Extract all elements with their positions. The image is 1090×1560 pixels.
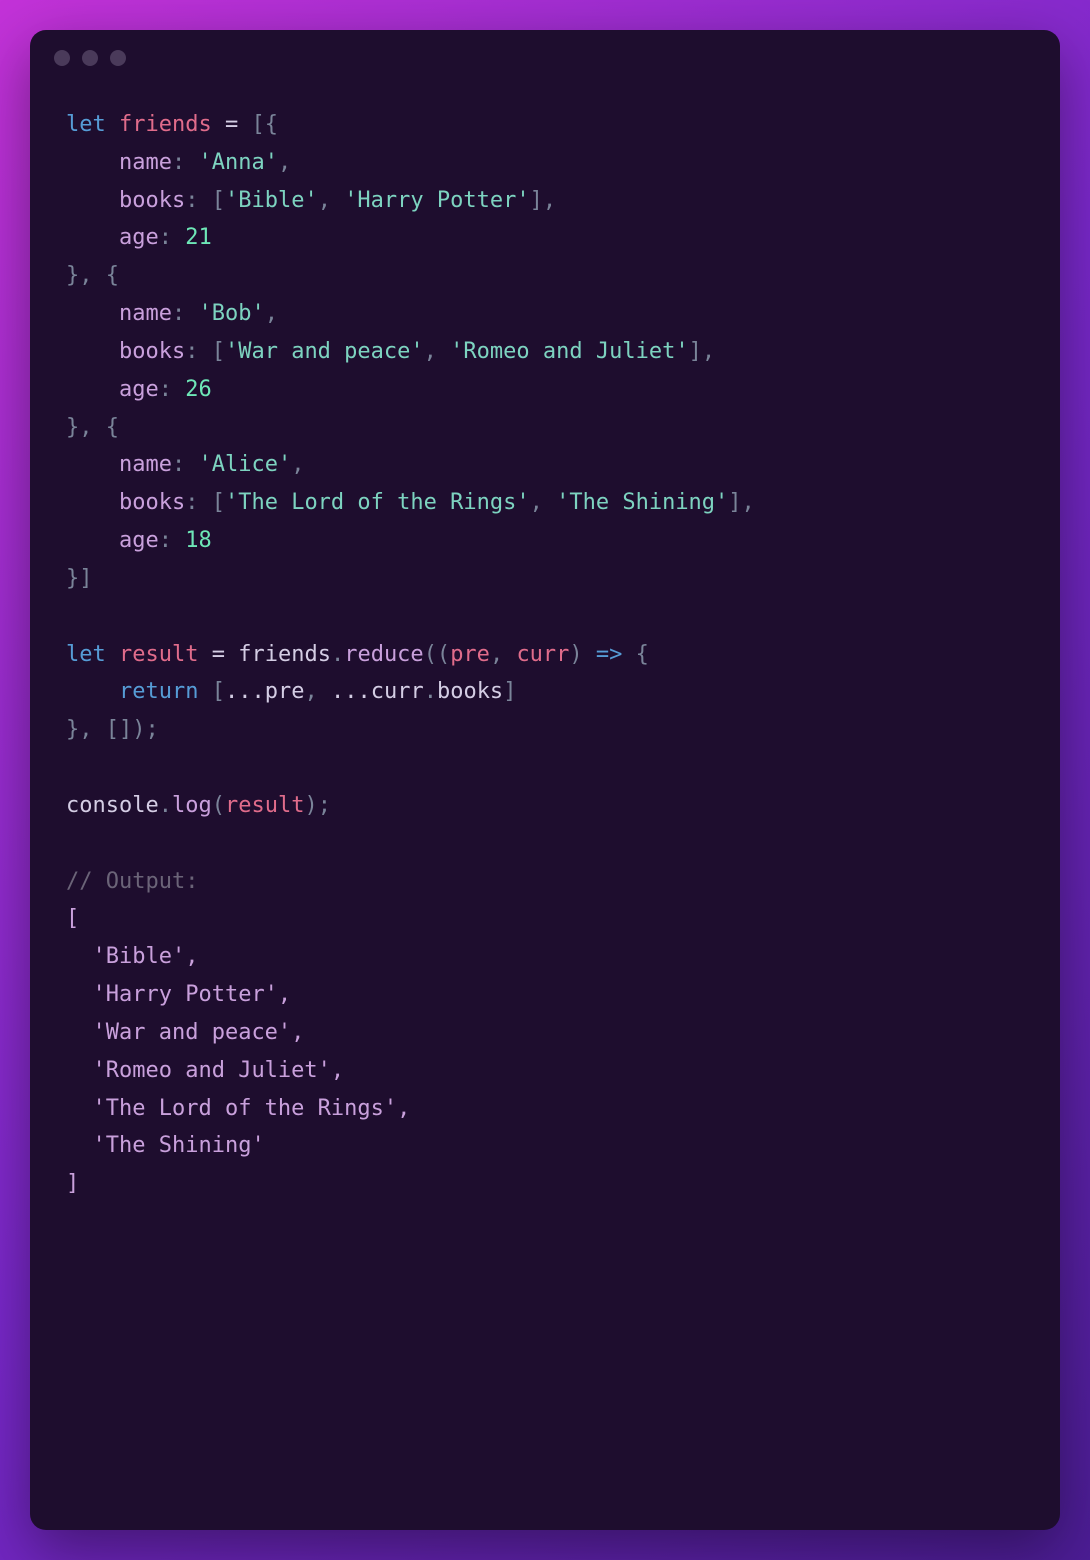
arrow-fn: =>: [583, 642, 636, 667]
string-bible: 'Bible': [225, 188, 318, 213]
number-26: 26: [185, 377, 212, 402]
string-anna: 'Anna': [198, 150, 277, 175]
keyword-let: let: [66, 112, 106, 137]
window-maximize-icon[interactable]: [110, 50, 126, 66]
code-window: let friends = [{ name: 'Anna', books: ['…: [30, 30, 1060, 1530]
param-curr: curr: [516, 642, 569, 667]
var-result: result: [119, 642, 198, 667]
output-lotr: 'The Lord of the Rings',: [93, 1096, 411, 1121]
string-alice: 'Alice': [198, 452, 291, 477]
output-romeo: 'Romeo and Juliet',: [93, 1058, 345, 1083]
string-harry: 'Harry Potter': [344, 188, 529, 213]
output-bible: 'Bible',: [93, 944, 199, 969]
output-war: 'War and peace',: [93, 1020, 305, 1045]
string-bob: 'Bob': [198, 301, 264, 326]
number-18: 18: [185, 528, 212, 553]
code-content: let friends = [{ name: 'Anna', books: ['…: [30, 76, 1060, 1233]
output-shining: 'The Shining': [93, 1133, 265, 1158]
fn-log: log: [172, 793, 212, 818]
string-romeo: 'Romeo and Juliet': [450, 339, 688, 364]
window-minimize-icon[interactable]: [82, 50, 98, 66]
window-controls: [30, 30, 1060, 76]
number-21: 21: [185, 225, 212, 250]
window-close-icon[interactable]: [54, 50, 70, 66]
output-harry: 'Harry Potter',: [93, 982, 292, 1007]
prop-books: books: [119, 188, 185, 213]
console: console: [66, 793, 159, 818]
string-shining: 'The Shining': [556, 490, 728, 515]
string-war: 'War and peace': [225, 339, 424, 364]
string-lotr: 'The Lord of the Rings': [225, 490, 530, 515]
comment-output: // Output:: [66, 869, 198, 894]
keyword-return: return: [119, 679, 198, 704]
fn-reduce: reduce: [344, 642, 423, 667]
var-friends: friends: [119, 112, 212, 137]
code-block: let friends = [{ name: 'Anna', books: ['…: [66, 106, 1024, 1203]
param-pre: pre: [450, 642, 490, 667]
prop-age: age: [119, 225, 159, 250]
prop-name: name: [119, 150, 172, 175]
